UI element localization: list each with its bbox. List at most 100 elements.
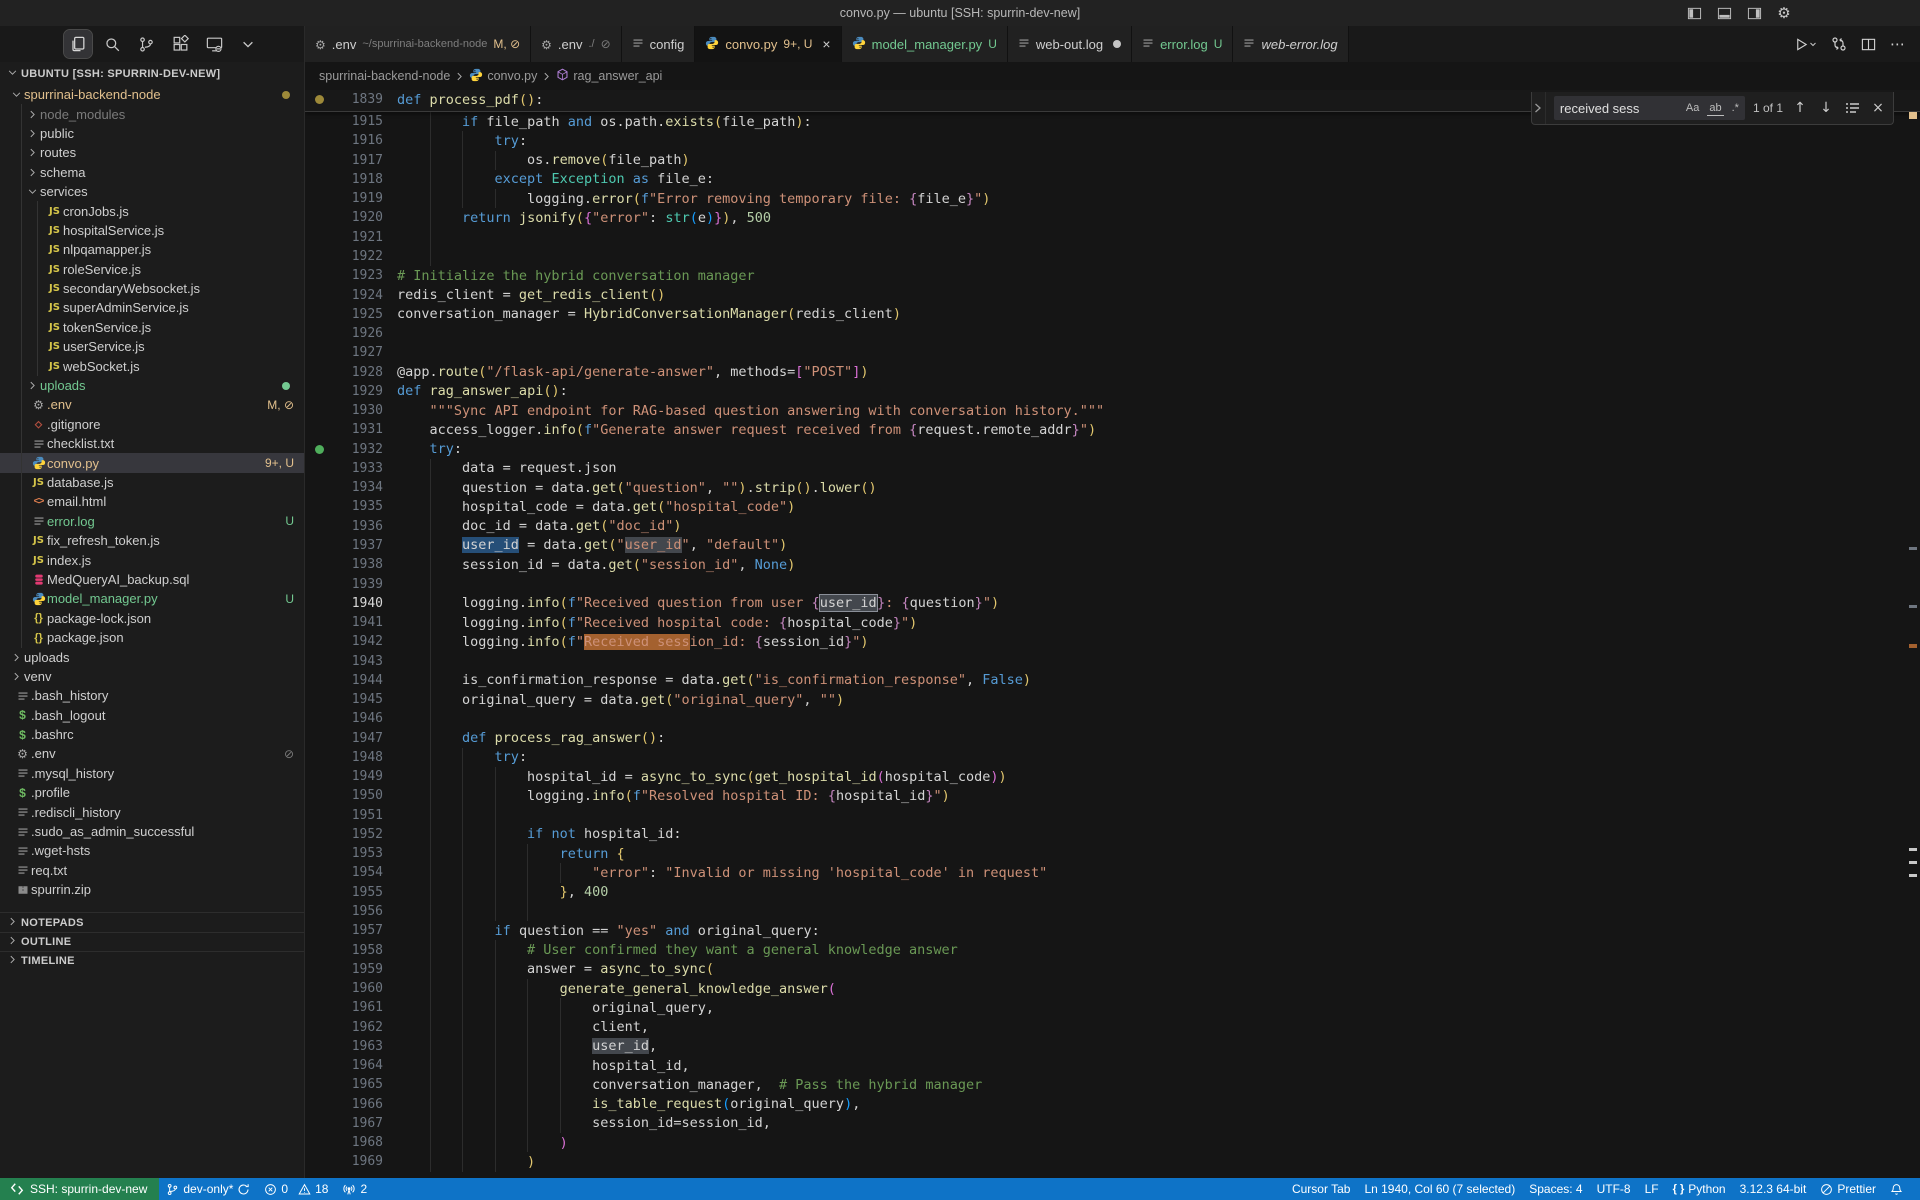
tree-item-.profile[interactable]: $.profile [0,783,304,802]
code-line[interactable]: 1916 try: [305,131,1920,150]
code-line[interactable]: 1965 conversation_manager, # Pass the hy… [305,1075,1920,1094]
tree-item-spurrinai-backend-node[interactable]: spurrinai-backend-node [0,85,304,104]
code-line[interactable]: 1932 try: [305,440,1920,459]
tree-item-error.log[interactable]: error.logU [0,512,304,531]
tree-item-roleService.js[interactable]: JSroleService.js [0,260,304,279]
tree-item-tokenService.js[interactable]: JStokenService.js [0,318,304,337]
code-line[interactable]: 1945 original_query = data.get("original… [305,690,1920,709]
code-line[interactable]: 1953 return { [305,844,1920,863]
code-line[interactable]: 1947 def process_rag_answer(): [305,729,1920,748]
tab-.env[interactable]: ⚙.env./⊘ [531,26,622,62]
more-actions-button[interactable]: ⋯ [1890,35,1906,53]
code-line[interactable]: 1960 generate_general_knowledge_answer( [305,979,1920,998]
tree-item-nlpqamapper.js[interactable]: JSnlpqamapper.js [0,240,304,259]
statusbar-git-branch[interactable]: dev-only* [159,1178,257,1200]
tree-item-index.js[interactable]: JSindex.js [0,550,304,569]
more-views-icon[interactable] [234,30,262,58]
code-line[interactable]: 1946 [305,709,1920,728]
code-line[interactable]: 1956 [305,902,1920,921]
statusbar-cursor-tab[interactable]: Cursor Tab [1285,1178,1357,1200]
code-line[interactable]: 1920 return jsonify({"error": str(e)}), … [305,208,1920,227]
statusbar-ports[interactable]: 2 [335,1178,374,1200]
tab-.env[interactable]: ⚙.env~/spurrinai-backend-nodeM, ⊘ [305,26,531,62]
tab-dirty-dot[interactable] [1113,40,1121,48]
tree-item-spurrin.zip[interactable]: spurrin.zip [0,880,304,899]
tree-item-services[interactable]: services [0,182,304,201]
tree-item-database.js[interactable]: JSdatabase.js [0,473,304,492]
statusbar-remote-indicator[interactable]: SSH: spurrin-dev-new [0,1178,159,1200]
yellow-gutter-dot[interactable] [315,95,324,104]
tree-item-.env[interactable]: ⚙.env⊘ [0,744,304,763]
tree-item-superAdminService.js[interactable]: JSsuperAdminService.js [0,298,304,317]
tree-item-.bash_history[interactable]: .bash_history [0,686,304,705]
breadcrumb-item-convo.py[interactable]: convo.py [469,68,537,85]
tree-item-.bashrc[interactable]: $.bashrc [0,725,304,744]
code-line[interactable]: 1954 "error": "Invalid or missing 'hospi… [305,863,1920,882]
code-line[interactable]: 1938 session_id = data.get("session_id",… [305,555,1920,574]
code-line[interactable]: 1935 hospital_code = data.get("hospital_… [305,497,1920,516]
code-line[interactable]: 1931 access_logger.info(f"Generate answe… [305,420,1920,439]
find-toggle-replace-button[interactable] [1532,92,1546,124]
tree-item-secondaryWebsocket.js[interactable]: JSsecondaryWebsocket.js [0,279,304,298]
code-line[interactable]: 1950 logging.info(f"Resolved hospital ID… [305,786,1920,805]
code-line[interactable]: 1944 is_confirmation_response = data.get… [305,671,1920,690]
code-line[interactable]: 1922 [305,247,1920,266]
tree-item-uploads[interactable]: uploads [0,647,304,666]
overview-ruler[interactable] [1906,90,1920,1178]
tree-item-routes[interactable]: routes [0,143,304,162]
code-line[interactable]: 1959 answer = async_to_sync( [305,960,1920,979]
statusbar-python-interpreter[interactable]: 3.12.3 64-bit [1733,1178,1814,1200]
code-line[interactable]: 1919 logging.error(f"Error removing temp… [305,189,1920,208]
code-line[interactable]: 1969 ) [305,1152,1920,1171]
tab-web-error.log[interactable]: web-error.log [1233,26,1348,62]
tree-item-model_manager.py[interactable]: model_manager.pyU [0,589,304,608]
statusbar-language-mode[interactable]: { }Python [1666,1178,1733,1200]
find-close-button[interactable]: × [1869,100,1887,116]
tree-item-.env[interactable]: ⚙.envM, ⊘ [0,395,304,414]
explorer-section-header[interactable]: UBUNTU [SSH: SPURRIN-DEV-NEW] [0,62,304,85]
extensions-icon[interactable] [166,30,194,58]
tab-convo.py[interactable]: convo.py9+, U× [695,26,841,62]
find-previous-button[interactable]: ↑ [1791,100,1809,116]
run-python-file-button[interactable] [1794,37,1817,52]
split-editor-button[interactable] [1861,37,1876,52]
tree-item-webSocket.js[interactable]: JSwebSocket.js [0,356,304,375]
explorer-icon[interactable] [64,30,92,58]
sidebar-panel-timeline[interactable]: TIMELINE [0,951,304,970]
tree-item-.rediscli_history[interactable]: .rediscli_history [0,802,304,821]
layout-sidebar-left-icon[interactable] [1686,5,1702,21]
code-line[interactable]: 1968 ) [305,1133,1920,1152]
code-line[interactable]: 1928@app.route("/flask-api/generate-answ… [305,362,1920,381]
tree-item-email.html[interactable]: <>email.html [0,492,304,511]
tree-item-.wget-hsts[interactable]: .wget-hsts [0,841,304,860]
tree-item-.mysql_history[interactable]: .mysql_history [0,764,304,783]
tree-item-schema[interactable]: schema [0,163,304,182]
statusbar-notifications[interactable] [1883,1178,1910,1200]
remote-explorer-icon[interactable] [200,30,228,58]
code-line[interactable]: 1964 hospital_id, [305,1056,1920,1075]
whole-word-icon[interactable]: ab [1707,101,1723,116]
layout-sidebar-right-icon[interactable] [1746,5,1762,21]
code-line[interactable]: 1930 """Sync API endpoint for RAG-based … [305,401,1920,420]
tree-item-node_modules[interactable]: node_modules [0,104,304,123]
tree-item-hospitalService.js[interactable]: JShospitalService.js [0,221,304,240]
code-line[interactable]: 1925conversation_manager = HybridConvers… [305,305,1920,324]
code-line[interactable]: 1929def rag_answer_api(): [305,382,1920,401]
source-control-icon[interactable] [132,30,160,58]
match-case-icon[interactable]: Aa [1684,101,1701,115]
code-line[interactable]: 1967 session_id=session_id, [305,1114,1920,1133]
tree-item-package-lock.json[interactable]: {}package-lock.json [0,609,304,628]
code-line[interactable]: 1917 os.remove(file_path) [305,151,1920,170]
code-line[interactable]: 1949 hospital_id = async_to_sync(get_hos… [305,767,1920,786]
statusbar-encoding[interactable]: UTF-8 [1590,1178,1638,1200]
find-next-button[interactable]: ↓ [1817,100,1835,116]
tree-item-req.txt[interactable]: req.txt [0,861,304,880]
code-line[interactable]: 1924redis_client = get_redis_client() [305,285,1920,304]
sidebar-panel-outline[interactable]: OUTLINE [0,932,304,951]
statusbar-cursor-position[interactable]: Ln 1940, Col 60 (7 selected) [1357,1178,1522,1200]
tree-item-.gitignore[interactable]: .gitignore [0,415,304,434]
code-line[interactable]: 1937 user_id = data.get("user_id", "defa… [305,536,1920,555]
tree-item-MedQueryAI_backup.sql[interactable]: MedQueryAI_backup.sql [0,570,304,589]
code-line[interactable]: 1942 logging.info(f"Received session_id:… [305,632,1920,651]
statusbar-problems[interactable]: 018 [257,1178,335,1200]
